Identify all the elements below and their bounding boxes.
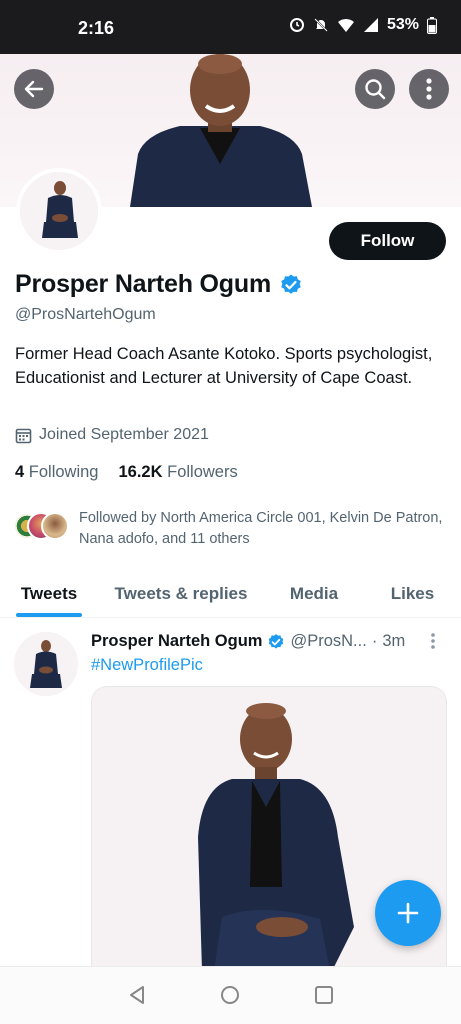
system-nav-bar — [0, 966, 461, 1024]
avatar-photo — [14, 632, 78, 696]
tweet-separator: · — [371, 632, 378, 650]
status-time: 2:16 — [78, 18, 115, 38]
tab-label: Tweets & replies — [114, 583, 248, 603]
tweet-author-handle: @ProsN... — [290, 632, 367, 650]
arrow-left-icon — [24, 80, 44, 98]
tweet-header: Prosper Narteh Ogum @ProsN... · 3m — [91, 632, 405, 651]
battery-icon — [427, 16, 437, 34]
tab-tweets[interactable]: Tweets — [0, 570, 98, 617]
tab-tweets-replies[interactable]: Tweets & replies — [98, 570, 264, 617]
mute-bell-icon — [314, 18, 328, 32]
verified-badge-icon — [281, 274, 301, 294]
profile-tabs: Tweets Tweets & replies Media Likes — [0, 570, 461, 618]
plus-icon — [397, 902, 419, 924]
tweet-more-button[interactable] — [430, 632, 436, 655]
followed-by[interactable]: Followed by North America Circle 001, Ke… — [13, 508, 449, 550]
active-tab-indicator — [16, 613, 82, 617]
signal-icon — [363, 18, 378, 32]
follow-button[interactable]: Follow — [329, 222, 446, 260]
status-icons: 53% — [289, 16, 437, 34]
tab-label: Media — [289, 583, 339, 603]
following-label: Following — [28, 463, 99, 481]
tweet-author-name[interactable]: Prosper Narteh Ogum — [91, 632, 262, 651]
followers-link[interactable]: 16.2K Followers — [118, 463, 237, 482]
search-icon — [365, 79, 386, 100]
followers-label: Followers — [167, 463, 238, 481]
followed-by-avatars — [13, 508, 73, 544]
profile-joined: Joined September 2021 — [15, 426, 209, 444]
tweet-author-avatar[interactable] — [14, 632, 78, 696]
profile-name-row: Prosper Narteh Ogum — [15, 270, 303, 299]
profile-stats: 4 Following 16.2K Followers — [15, 463, 238, 482]
nav-recents-icon[interactable] — [314, 985, 334, 1005]
calendar-icon — [15, 428, 32, 443]
joined-text: Joined September 2021 — [39, 426, 209, 443]
compose-tweet-button[interactable] — [375, 880, 441, 946]
more-vertical-icon — [431, 633, 435, 649]
banner-photo — [130, 54, 312, 207]
nav-home-icon[interactable] — [220, 985, 240, 1005]
profile-avatar[interactable] — [16, 168, 102, 254]
nav-back-icon[interactable] — [127, 985, 147, 1005]
wifi-icon — [337, 18, 354, 32]
tab-likes[interactable]: Likes — [364, 570, 461, 617]
tab-media[interactable]: Media — [264, 570, 364, 617]
tweet-time: 3m — [382, 632, 406, 650]
more-vertical-icon — [426, 78, 432, 100]
followed-by-text: Followed by North America Circle 001, Ke… — [79, 510, 443, 547]
back-button[interactable] — [14, 69, 54, 109]
tab-label: Likes — [390, 583, 435, 603]
avatar-photo — [20, 172, 98, 250]
battery-percent: 53% — [386, 16, 419, 33]
tweet-hashtag[interactable]: #NewProfilePic — [91, 656, 203, 675]
following-count: 4 — [15, 463, 25, 481]
profile-name: Prosper Narteh Ogum — [15, 270, 271, 298]
profile-bio: Former Head Coach Asante Kotoko. Sports … — [15, 345, 433, 387]
following-link[interactable]: 4 Following — [15, 463, 98, 482]
follower-avatar — [41, 512, 69, 540]
more-options-button[interactable] — [409, 69, 449, 109]
verified-badge-icon — [269, 633, 284, 649]
tab-label: Tweets — [20, 583, 78, 603]
status-bar: 2:16 53% — [0, 0, 461, 54]
profile-handle: @ProsNartehOgum — [15, 306, 156, 323]
followers-count: 16.2K — [118, 463, 163, 481]
search-button[interactable] — [355, 69, 395, 109]
alarm-icon — [289, 18, 304, 32]
